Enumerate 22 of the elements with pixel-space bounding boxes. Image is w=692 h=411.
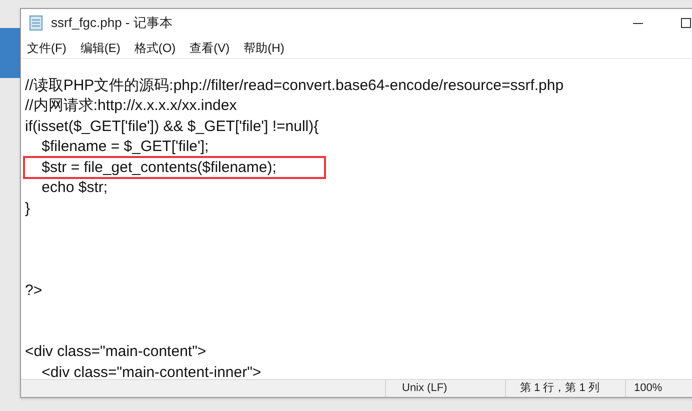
menu-item[interactable]: 格式(O) (134, 38, 176, 56)
window-title: ssrf_fgc.php - 记事本 (51, 14, 172, 32)
code-line: <div class="main-content"> (25, 342, 206, 362)
maximize-button[interactable] (681, 18, 691, 28)
code-line: ?> (25, 280, 42, 300)
code-line: <div class="main-content-inner"> (40, 362, 262, 379)
code-line: //内网请求:http://x.x.x.x/xx.index (25, 96, 237, 116)
code-line: } (25, 198, 30, 218)
zoom-status: 100% (634, 381, 662, 396)
code-line: //读取PHP文件的源码:php://filter/read=convert.base64-encode/resource=ssrf.php (25, 76, 564, 95)
code-line: if(isset($_GET['file']) && $_GET['file'] !=null){ (25, 116, 319, 136)
notepad-icon (29, 15, 43, 31)
cursor-position-status: 第 1 行，第 1 列 (520, 381, 600, 396)
menu-item[interactable]: 文件(F) (27, 38, 66, 56)
background-panel (0, 28, 20, 78)
code-line: $filename = $_GET['file']; (40, 137, 209, 156)
line-ending-status: Unix (LF) (402, 381, 448, 396)
menu-item[interactable]: 查看(V) (190, 38, 230, 56)
code-line: $str = file_get_contents($filename); (25, 158, 324, 177)
code-line: echo $str; (40, 178, 108, 198)
menu-item[interactable]: 编辑(E) (80, 38, 120, 56)
menu-item[interactable]: 帮助(H) (244, 38, 284, 56)
